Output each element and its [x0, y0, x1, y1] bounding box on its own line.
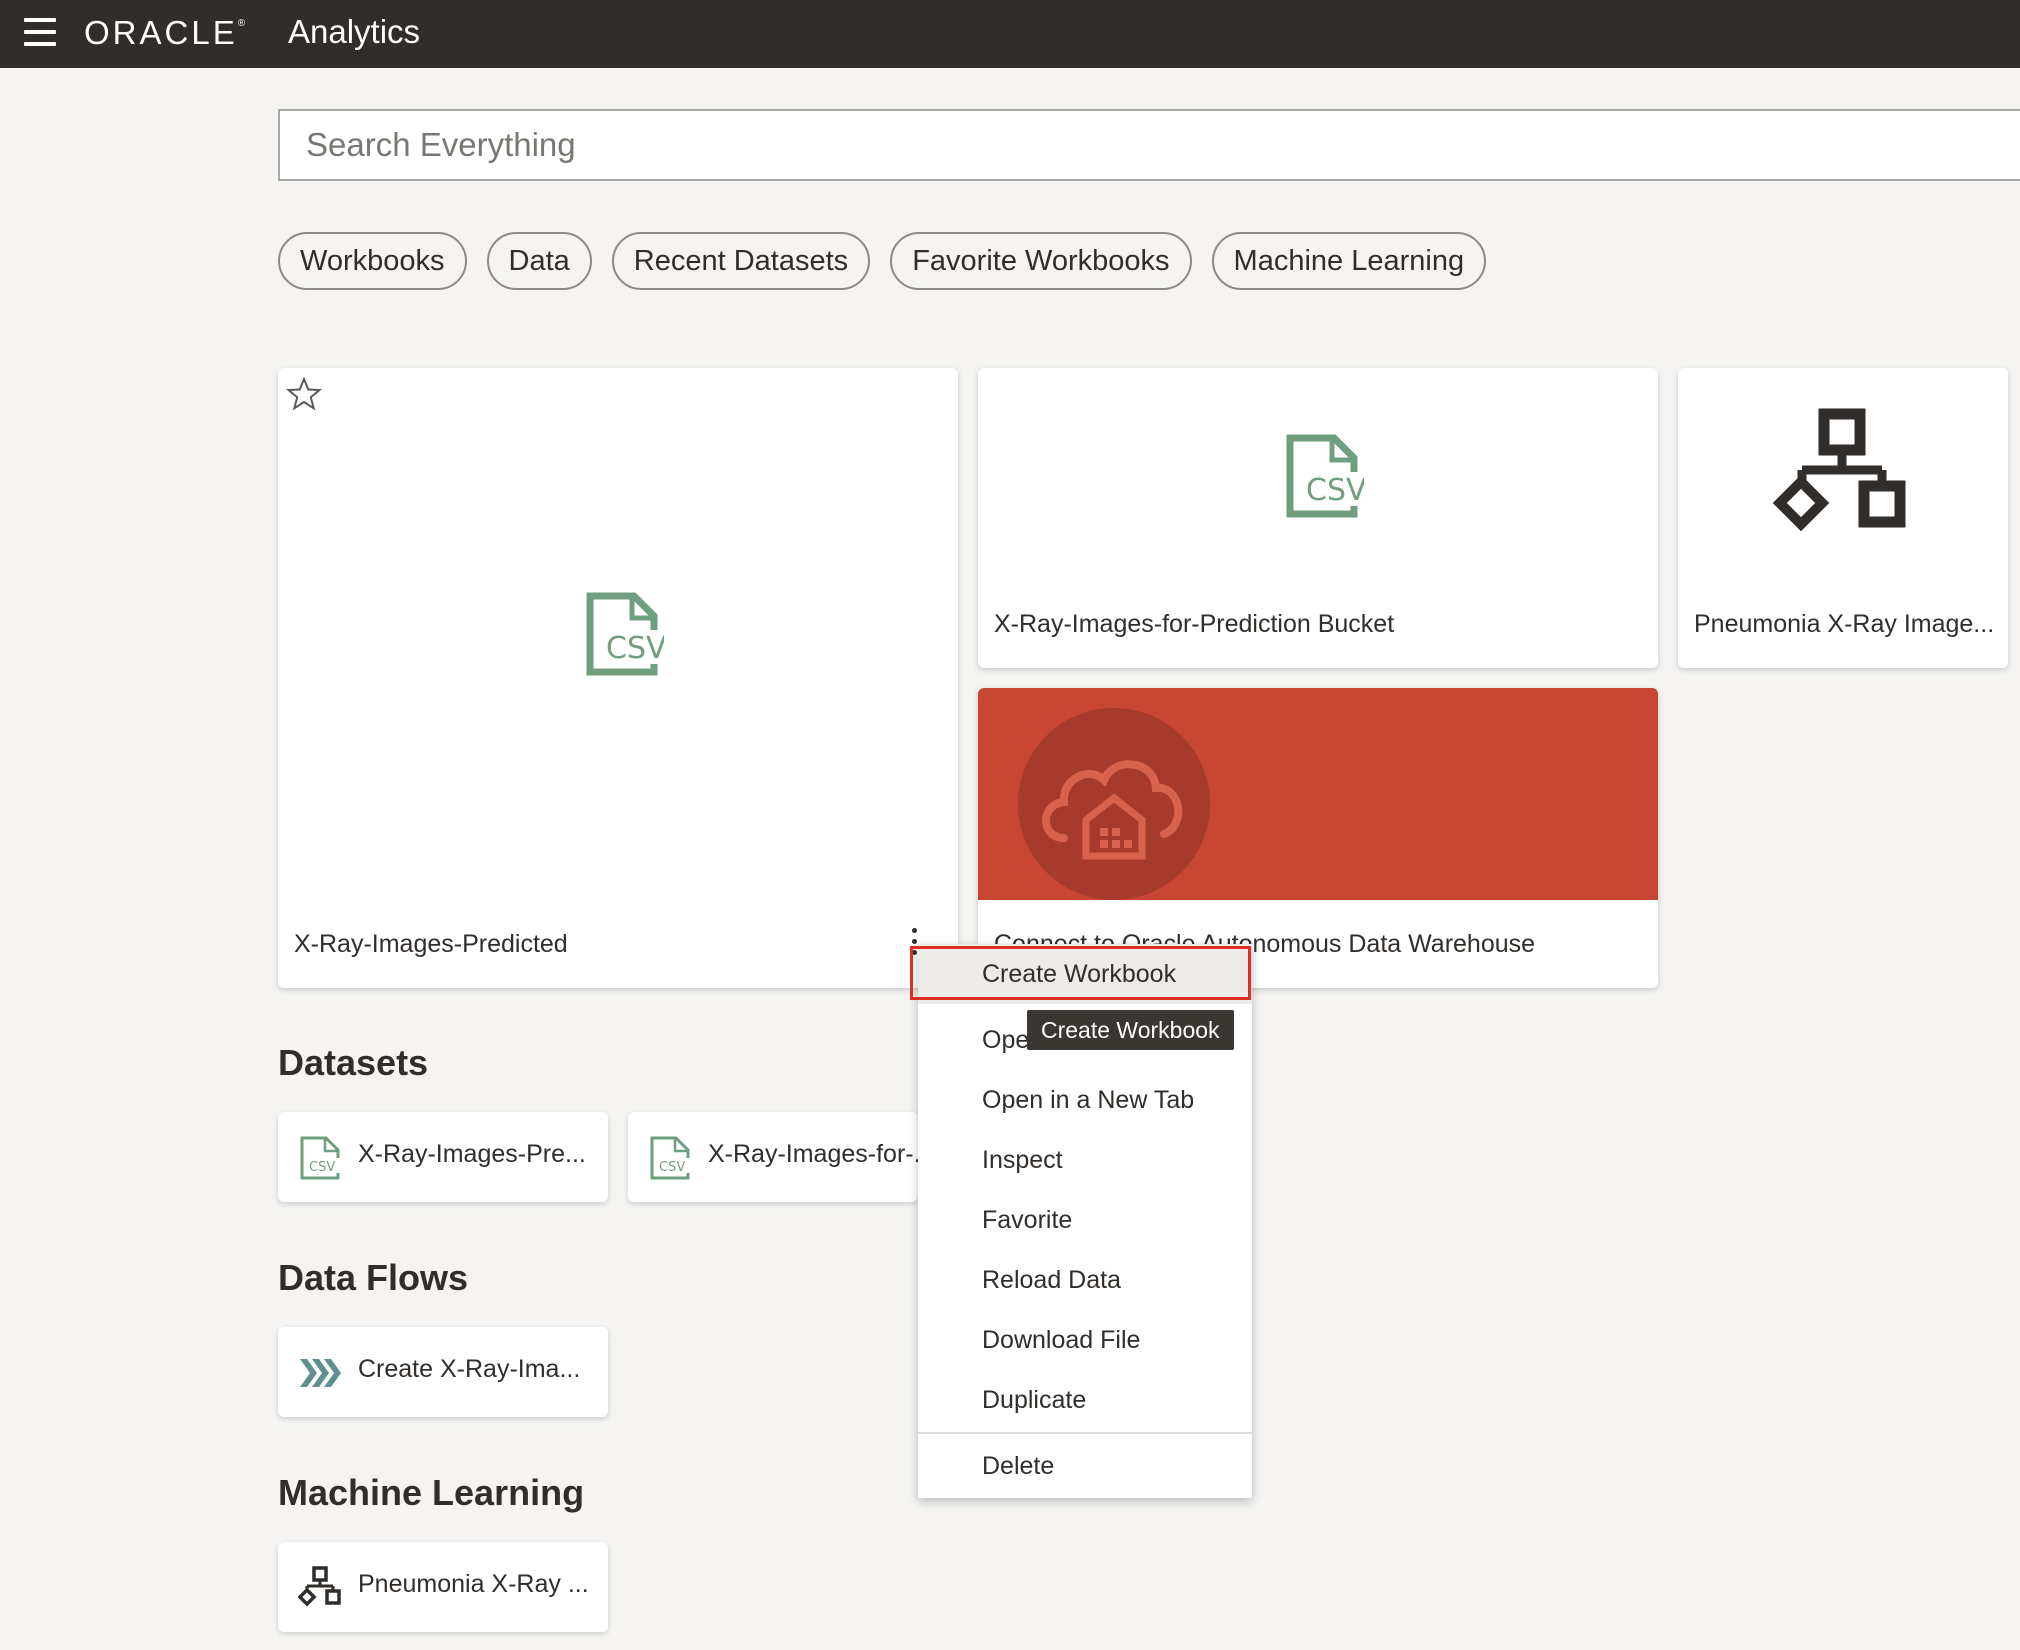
chip-recent-datasets[interactable]: Recent Datasets [611, 232, 871, 290]
dataset-label: X-Ray-Images-for-... [708, 1140, 918, 1168]
dataset-card[interactable]: CSV X-Ray-Images-Pre... [278, 1112, 608, 1202]
card-title: X-Ray-Images-Predicted [294, 930, 568, 958]
svg-text:CSV: CSV [1306, 473, 1364, 508]
card-title: X-Ray-Images-for-Prediction Bucket [994, 610, 1395, 638]
cloud-warehouse-icon [1018, 708, 1210, 900]
menu-item-favorite[interactable]: Favorite [918, 1190, 1252, 1250]
trademark-symbol: ® [237, 18, 246, 29]
data-flow-chevrons-icon [300, 1359, 341, 1387]
chip-data[interactable]: Data [486, 232, 592, 290]
menu-item-duplicate[interactable]: Duplicate [918, 1370, 1252, 1430]
dataset-label: X-Ray-Images-Pre... [358, 1140, 586, 1168]
svg-text:CSV: CSV [659, 1160, 685, 1175]
card-title: Pneumonia X-Ray Image... [1694, 610, 1995, 638]
svg-text:CSV: CSV [606, 631, 664, 666]
data-flows-heading: Data Flows [278, 1257, 469, 1298]
chip-favorite-workbooks[interactable]: Favorite Workbooks [890, 232, 1192, 290]
card-x-ray-images-bucket[interactable]: CSV X-Ray-Images-for-Prediction Bucket [978, 368, 1658, 668]
ml-model-label: Pneumonia X-Ray ... [358, 1570, 589, 1598]
top-bar: ORACLE® Analytics [0, 0, 2020, 68]
menu-item-open-new-tab[interactable]: Open in a New Tab [918, 1070, 1252, 1130]
ml-model-card[interactable]: Pneumonia X-Ray ... [278, 1542, 608, 1632]
card-connect-adw[interactable]: Connect to Oracle Autonomous Data Wareho… [978, 688, 1658, 988]
menu-divider [918, 1432, 1252, 1434]
csv-file-icon: CSV [650, 1136, 691, 1180]
data-flow-label: Create X-Ray-Ima... [358, 1355, 581, 1383]
favorite-star-icon[interactable] [286, 376, 322, 412]
dataset-card[interactable]: CSV X-Ray-Images-for-... [628, 1112, 918, 1202]
tooltip: Create Workbook [1027, 1010, 1234, 1050]
filter-chips: Workbooks Data Recent Datasets Favorite … [278, 232, 1487, 290]
datasets-heading: Datasets [278, 1042, 429, 1083]
chip-workbooks[interactable]: Workbooks [278, 232, 467, 290]
card-pneumonia-x-ray[interactable]: Pneumonia X-Ray Image... [1678, 368, 2008, 668]
ml-model-icon [298, 1566, 341, 1607]
csv-file-icon: CSV [1286, 434, 1364, 518]
hamburger-menu-icon[interactable] [22, 16, 58, 48]
brand-name: ORACLE [84, 14, 238, 51]
data-flow-card[interactable]: Create X-Ray-Ima... [278, 1327, 608, 1417]
menu-item-create-workbook[interactable]: Create Workbook [918, 944, 1252, 1004]
search-input[interactable] [278, 109, 2020, 181]
product-name: Analytics [288, 13, 421, 50]
menu-item-inspect[interactable]: Inspect [918, 1130, 1252, 1190]
menu-item-delete[interactable]: Delete [918, 1436, 1252, 1496]
card-x-ray-images-predicted[interactable]: CSV X-Ray-Images-Predicted [278, 368, 958, 988]
csv-file-icon: CSV [300, 1136, 341, 1180]
csv-file-icon: CSV [586, 592, 664, 676]
machine-learning-heading: Machine Learning [278, 1472, 585, 1513]
ml-model-icon [1772, 408, 1906, 532]
menu-item-reload-data[interactable]: Reload Data [918, 1250, 1252, 1310]
oracle-logo[interactable]: ORACLE® [84, 14, 245, 52]
chip-machine-learning[interactable]: Machine Learning [1211, 232, 1487, 290]
svg-text:CSV: CSV [309, 1160, 335, 1175]
menu-item-download-file[interactable]: Download File [918, 1310, 1252, 1370]
